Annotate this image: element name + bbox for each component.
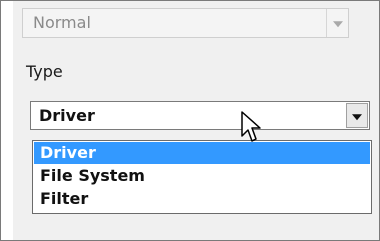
- type-option-driver[interactable]: Driver: [34, 142, 370, 164]
- type-option-filter[interactable]: Filter: [34, 188, 370, 210]
- chevron-down-icon: [352, 113, 362, 120]
- type-combo-value: Driver: [39, 106, 95, 125]
- priority-combo-button: [326, 9, 348, 37]
- priority-combo-value: Normal: [33, 13, 91, 32]
- chevron-down-icon: [332, 21, 343, 28]
- priority-combo: Normal: [22, 8, 349, 38]
- type-combo[interactable]: Driver: [30, 101, 370, 130]
- type-combo-button[interactable]: [346, 103, 368, 128]
- type-dropdown-list: Driver File System Filter: [32, 140, 372, 214]
- type-option-file-system[interactable]: File System: [34, 165, 370, 187]
- type-label: Type: [26, 62, 63, 81]
- mouse-pointer-icon: [241, 111, 261, 142]
